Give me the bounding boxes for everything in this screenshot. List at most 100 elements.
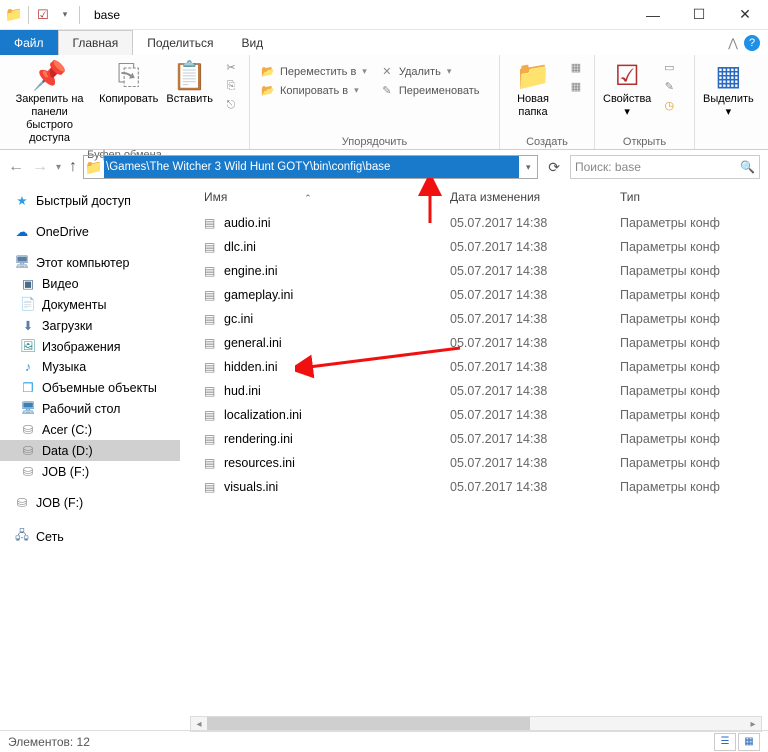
- history-button[interactable]: ◷: [659, 97, 679, 114]
- scroll-left-icon[interactable]: ◂: [191, 719, 207, 730]
- ribbon-tabs: Файл Главная Поделиться Вид ⋀ ?: [0, 30, 768, 55]
- refresh-button[interactable]: ⟳: [544, 159, 564, 176]
- qat-dropdown-icon[interactable]: ▾: [57, 7, 73, 23]
- file-row[interactable]: ▤general.ini05.07.2017 14:38Параметры ко…: [180, 331, 768, 355]
- file-row[interactable]: ▤engine.ini05.07.2017 14:38Параметры кон…: [180, 259, 768, 283]
- file-list[interactable]: Имя ⌃ Дата изменения Тип ▤audio.ini05.07…: [180, 184, 768, 724]
- tree-music[interactable]: ♪Музыка: [0, 357, 180, 377]
- tree-drive-f1[interactable]: ⛁JOB (F:): [0, 461, 180, 482]
- tab-view[interactable]: Вид: [227, 30, 277, 55]
- copy-to-button[interactable]: 📂Копировать в▾: [258, 82, 369, 99]
- new-folder-icon: 📁: [516, 59, 551, 91]
- file-row[interactable]: ▤localization.ini05.07.2017 14:38Парамет…: [180, 403, 768, 427]
- file-type: Параметры конф: [620, 216, 768, 230]
- help-icon[interactable]: ?: [744, 35, 760, 51]
- minimize-button[interactable]: —: [630, 0, 676, 30]
- address-dropdown-icon[interactable]: ▾: [519, 162, 537, 173]
- address-bar[interactable]: 📁 \Games\The Witcher 3 Wild Hunt GOTY\bi…: [83, 155, 538, 179]
- new-folder-button[interactable]: 📁 Новая папка: [504, 57, 562, 121]
- group-open-label: Открыть: [599, 134, 690, 149]
- file-row[interactable]: ▤gameplay.ini05.07.2017 14:38Параметры к…: [180, 283, 768, 307]
- shortcut-icon: ⎋: [223, 99, 239, 112]
- delete-button[interactable]: ✕Удалить▾: [377, 63, 482, 80]
- up-button[interactable]: ↑: [69, 158, 77, 176]
- sort-asc-icon: ⌃: [304, 193, 312, 203]
- tab-file[interactable]: Файл: [0, 30, 58, 55]
- file-name: hidden.ini: [224, 360, 278, 374]
- file-row[interactable]: ▤visuals.ini05.07.2017 14:38Параметры ко…: [180, 475, 768, 499]
- rename-button[interactable]: ✎Переименовать: [377, 82, 482, 99]
- scroll-right-icon[interactable]: ▸: [745, 719, 761, 730]
- tree-documents[interactable]: 📄Документы: [0, 294, 180, 315]
- scroll-thumb[interactable]: [207, 717, 530, 731]
- drive-icon: ⛁: [20, 422, 36, 437]
- new-item-button[interactable]: ▦: [566, 59, 586, 76]
- network-icon: 🖧: [14, 526, 30, 547]
- tree-onedrive[interactable]: ☁OneDrive: [0, 221, 180, 242]
- copy-button[interactable]: ⎘ Копировать: [95, 57, 162, 108]
- folder-icon[interactable]: 📁: [6, 7, 22, 23]
- pin-icon: 📌: [32, 59, 67, 91]
- move-to-button[interactable]: 📂Переместить в▾: [258, 63, 369, 80]
- column-date[interactable]: Дата изменения: [450, 190, 620, 204]
- file-row[interactable]: ▤resources.ini05.07.2017 14:38Параметры …: [180, 451, 768, 475]
- tree-network[interactable]: 🖧Сеть: [0, 523, 180, 550]
- tree-drive-f2[interactable]: ⛁JOB (F:): [0, 492, 180, 513]
- forward-button[interactable]: →: [32, 158, 48, 176]
- select-icon: ▦: [715, 59, 741, 91]
- tree-videos[interactable]: ▣Видео: [0, 273, 180, 294]
- tree-drive-d[interactable]: ⛁Data (D:): [0, 440, 180, 461]
- file-row[interactable]: ▤rendering.ini05.07.2017 14:38Параметры …: [180, 427, 768, 451]
- cut-button[interactable]: ✂: [221, 59, 241, 76]
- search-input[interactable]: Поиск: base 🔍: [570, 155, 760, 179]
- edit-button[interactable]: ✎: [659, 78, 679, 95]
- file-row[interactable]: ▤hidden.ini05.07.2017 14:38Параметры кон…: [180, 355, 768, 379]
- file-date: 05.07.2017 14:38: [450, 408, 620, 422]
- file-row[interactable]: ▤dlc.ini05.07.2017 14:38Параметры конф: [180, 235, 768, 259]
- collapse-ribbon-icon[interactable]: ⋀: [728, 36, 738, 50]
- properties-button[interactable]: ☑ Свойства▾: [599, 57, 655, 121]
- easy-access-button[interactable]: ▦: [566, 78, 586, 95]
- back-button[interactable]: ←: [8, 158, 24, 176]
- open-button[interactable]: ▭: [659, 59, 679, 76]
- close-button[interactable]: ✕: [722, 0, 768, 30]
- column-type[interactable]: Тип: [620, 190, 768, 204]
- tree-downloads[interactable]: ⬇Загрузки: [0, 315, 180, 336]
- tree-3d-objects[interactable]: ❒Объемные объекты: [0, 377, 180, 398]
- tree-quick-access[interactable]: ★Быстрый доступ: [0, 190, 180, 211]
- history-icon: ◷: [661, 99, 677, 112]
- file-type: Параметры конф: [620, 384, 768, 398]
- easy-access-icon: ▦: [568, 80, 584, 93]
- pictures-icon: 🖼: [20, 339, 36, 354]
- recent-dropdown[interactable]: ▾: [56, 162, 61, 173]
- file-date: 05.07.2017 14:38: [450, 456, 620, 470]
- file-type: Параметры конф: [620, 240, 768, 254]
- search-placeholder: Поиск: base: [575, 160, 641, 174]
- file-row[interactable]: ▤gc.ini05.07.2017 14:38Параметры конф: [180, 307, 768, 331]
- paste-button[interactable]: 📋 Вставить: [162, 57, 217, 108]
- file-row[interactable]: ▤hud.ini05.07.2017 14:38Параметры конф: [180, 379, 768, 403]
- address-path[interactable]: \Games\The Witcher 3 Wild Hunt GOTY\bin\…: [104, 156, 519, 178]
- pin-button[interactable]: 📌 Закрепить на панели быстрого доступа: [4, 57, 95, 147]
- tree-pictures[interactable]: 🖼Изображения: [0, 336, 180, 357]
- copy-path-button[interactable]: ⎘: [221, 78, 241, 95]
- column-name[interactable]: Имя ⌃: [180, 190, 450, 204]
- tree-this-pc[interactable]: 🖥Этот компьютер: [0, 252, 180, 273]
- file-type: Параметры конф: [620, 336, 768, 350]
- file-icon: ▤: [204, 432, 218, 446]
- tree-drive-c[interactable]: ⛁Acer (C:): [0, 419, 180, 440]
- file-date: 05.07.2017 14:38: [450, 240, 620, 254]
- qat-properties-icon[interactable]: ☑: [35, 7, 51, 23]
- tree-desktop[interactable]: 🖥Рабочий стол: [0, 398, 180, 419]
- view-icons-button[interactable]: ▦: [738, 733, 760, 751]
- navigation-tree[interactable]: ★Быстрый доступ ☁OneDrive 🖥Этот компьюте…: [0, 184, 180, 724]
- tab-share[interactable]: Поделиться: [133, 30, 227, 55]
- maximize-button[interactable]: ☐: [676, 0, 722, 30]
- file-row[interactable]: ▤audio.ini05.07.2017 14:38Параметры конф: [180, 211, 768, 235]
- view-details-button[interactable]: ☰: [714, 733, 736, 751]
- tab-home[interactable]: Главная: [58, 30, 134, 55]
- file-name: engine.ini: [224, 264, 278, 278]
- music-icon: ♪: [20, 360, 36, 374]
- select-button[interactable]: ▦ Выделить▾: [699, 57, 758, 121]
- paste-shortcut-button[interactable]: ⎋: [221, 97, 241, 114]
